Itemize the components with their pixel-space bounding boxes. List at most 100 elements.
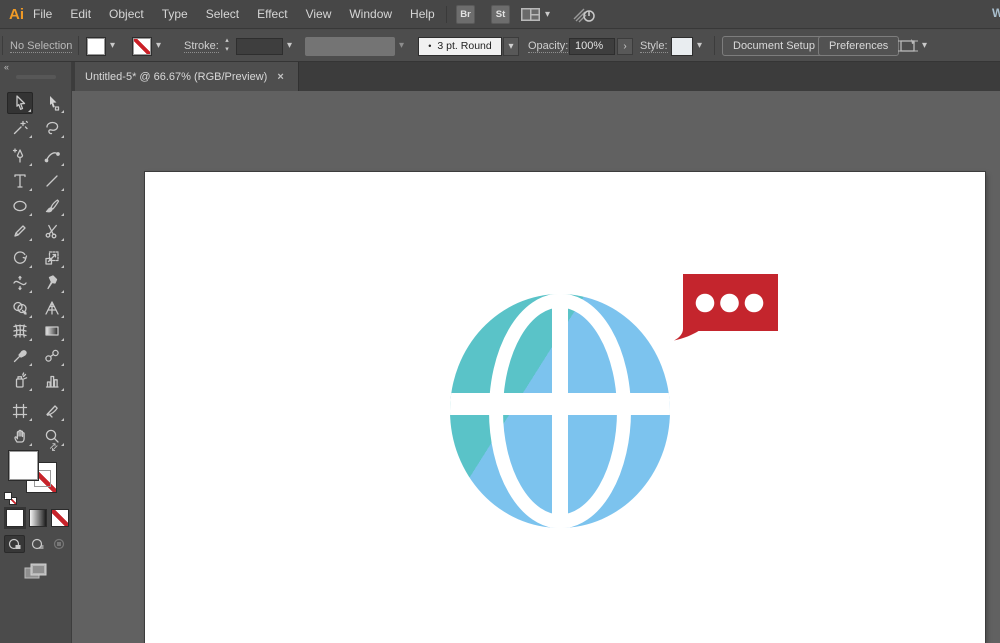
app-logo: Ai (9, 5, 24, 23)
stroke-weight-field[interactable] (236, 38, 283, 55)
artboard-tool[interactable] (7, 400, 33, 422)
direct-selection-tool[interactable] (39, 92, 65, 114)
menu-window[interactable]: Window (340, 0, 401, 29)
stroke-label[interactable]: Stroke: (184, 40, 219, 53)
menu-file[interactable]: File (24, 0, 61, 29)
pencil-tool[interactable] (7, 220, 33, 242)
cs-live-icon[interactable] (572, 7, 598, 28)
screen-mode-button[interactable] (21, 560, 51, 582)
none-button[interactable] (51, 509, 69, 527)
chevron-down-icon[interactable]: ▾ (545, 9, 550, 20)
menu-help[interactable]: Help (401, 0, 444, 29)
opacity-label[interactable]: Opacity: (528, 40, 569, 53)
preferences-button[interactable]: Preferences (818, 36, 900, 56)
paintbrush-icon (45, 199, 60, 213)
chevron-down-icon[interactable]: ▾ (110, 41, 115, 51)
scale-icon (45, 251, 59, 265)
stroke-color-swatch[interactable] (132, 37, 152, 56)
brush-definition-dropdown[interactable]: • 3 pt. Round (418, 37, 502, 56)
menu-effect[interactable]: Effect (248, 0, 296, 29)
bridge-button[interactable]: Br (456, 5, 475, 24)
magic-wand-tool[interactable] (7, 117, 33, 139)
brush-name: 3 pt. Round (437, 40, 492, 52)
close-icon[interactable]: × (277, 71, 283, 83)
separator (78, 36, 79, 55)
menu-bar: Ai File Edit Object Type Select Effect V… (0, 0, 1000, 29)
arrange-documents-icon[interactable] (520, 7, 541, 27)
style-label[interactable]: Style: (640, 40, 668, 53)
column-graph-tool[interactable] (39, 370, 65, 392)
collapse-panel-icon[interactable]: « (4, 62, 9, 72)
eyedropper-tool[interactable] (7, 345, 33, 367)
width-icon (13, 275, 27, 291)
document-setup-button[interactable]: Document Setup (722, 36, 826, 56)
stroke-weight-stepper[interactable]: ▴ ▾ (222, 36, 232, 54)
chevron-down-icon[interactable]: ▾ (156, 41, 161, 51)
menu-view[interactable]: View (297, 0, 341, 29)
chevron-down-icon[interactable]: ▾ (697, 41, 702, 51)
opacity-field[interactable]: 100% (569, 38, 615, 55)
opacity-expand-icon[interactable]: › (617, 38, 633, 55)
canvas-area[interactable] (72, 91, 1000, 643)
workspace-cutoff-text: W (992, 6, 1000, 20)
chevron-down-icon: ▾ (399, 40, 405, 51)
magic-wand-icon (13, 120, 28, 135)
lasso-tool[interactable] (39, 117, 65, 139)
chevron-down-icon[interactable]: ▾ (287, 41, 292, 51)
gradient-tool[interactable] (39, 320, 65, 342)
fill-color-swatch[interactable] (86, 37, 106, 56)
panel-grip[interactable] (16, 75, 56, 79)
document-actions-icon[interactable] (897, 38, 919, 59)
rotate-tool[interactable] (7, 247, 33, 269)
hand-icon (14, 429, 25, 443)
hand-tool[interactable] (7, 425, 33, 447)
pen-tool[interactable] (7, 145, 33, 167)
brush-preview-dot: • (428, 41, 432, 51)
globe-artwork[interactable] (443, 290, 677, 534)
scale-tool[interactable] (39, 247, 65, 269)
draw-normal-icon (8, 538, 20, 550)
stepper-up-icon[interactable]: ▴ (225, 37, 229, 44)
line-segment-tool[interactable] (39, 170, 65, 192)
type-icon (14, 174, 26, 188)
artboard[interactable] (144, 171, 986, 643)
chevron-down-icon[interactable]: ▾ (922, 41, 927, 51)
draw-inside-button[interactable] (49, 535, 70, 553)
style-swatch[interactable] (671, 37, 693, 56)
menu-edit[interactable]: Edit (61, 0, 100, 29)
paintbrush-tool[interactable] (39, 195, 65, 217)
selection-tool[interactable] (7, 92, 33, 114)
width-tool[interactable] (7, 272, 33, 294)
mesh-tool[interactable] (7, 320, 33, 342)
speech-bubble[interactable] (674, 274, 778, 341)
draw-behind-button[interactable] (27, 535, 48, 553)
color-button[interactable] (6, 509, 24, 527)
fill-color-indicator[interactable] (8, 450, 39, 481)
draw-normal-button[interactable] (4, 535, 25, 553)
ellipse-tool[interactable] (7, 195, 33, 217)
brush-chevron[interactable]: ▾ (503, 37, 519, 56)
screen-mode-icon (24, 563, 47, 579)
puppet-warp-tool[interactable] (39, 272, 65, 294)
symbol-sprayer-tool[interactable] (7, 370, 33, 392)
perspective-grid-tool[interactable] (39, 297, 65, 319)
gradient-button[interactable] (29, 509, 47, 527)
document-tab[interactable]: Untitled-5* @ 66.67% (RGB/Preview) × (75, 62, 299, 91)
menu-type[interactable]: Type (153, 0, 197, 29)
shape-builder-tool[interactable] (7, 297, 33, 319)
blend-tool[interactable] (39, 345, 65, 367)
stepper-down-icon[interactable]: ▾ (225, 46, 229, 53)
default-fill-stroke-icon[interactable] (4, 492, 18, 506)
selection-status: No Selection (10, 40, 73, 53)
curvature-tool[interactable] (39, 145, 65, 167)
tab-bar: Untitled-5* @ 66.67% (RGB/Preview) × (72, 62, 1000, 91)
stock-button[interactable]: St (491, 5, 510, 24)
slice-tool[interactable] (39, 400, 65, 422)
default-fill (4, 492, 12, 500)
menubar-separator (446, 6, 447, 23)
scissors-tool[interactable] (39, 220, 65, 242)
type-tool[interactable] (7, 170, 33, 192)
illustrator-window: Ai File Edit Object Type Select Effect V… (0, 0, 1000, 643)
menu-select[interactable]: Select (197, 0, 248, 29)
menu-object[interactable]: Object (100, 0, 153, 29)
